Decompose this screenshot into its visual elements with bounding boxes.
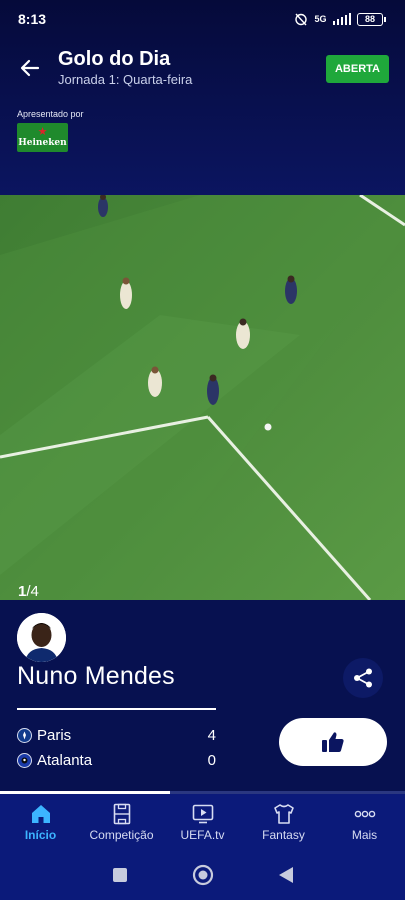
avatar [17,613,66,662]
team-name: Atalanta [37,751,93,769]
share-icon [354,668,372,688]
slide-total: /4 [26,583,39,600]
sponsor-logo[interactable]: ★ Heineken [17,123,68,152]
play-screen-icon [192,804,213,823]
page-title: Golo do Dia [58,48,171,70]
nav-label: UEFA.tv [180,827,225,842]
player-name: Nuno Mendes [17,662,175,690]
back-triangle-icon[interactable] [278,866,294,884]
team-row: Atalanta 0 [17,750,216,770]
divider [17,708,216,710]
nav-label: Mais [351,827,378,842]
share-button[interactable] [343,658,383,698]
status-bar: 8:13 5G 88 [0,0,405,38]
sponsor-label: Apresentado por [17,109,84,119]
sponsor-brand: Heineken [18,138,67,148]
network-label: 5G [314,14,327,24]
status-badge: ABERTA [325,55,389,83]
ball [264,423,272,431]
star-icon: ★ [37,126,48,138]
nav-label: Competição [89,827,154,842]
player-photo [17,613,66,662]
nav-item-competicao[interactable]: Competição [81,794,162,850]
team-score: 0 [207,751,216,769]
alarm-off-icon [295,13,308,26]
nav-label: Início [24,827,57,842]
home-icon [31,804,50,823]
nav-item-mais[interactable]: Mais [324,794,405,850]
header: Golo do Dia Jornada 1: Quarta-feira ABER… [0,40,405,100]
signal-icon [332,13,351,25]
player-info-panel: Nuno Mendes Paris 4 Atalanta 0 [0,600,405,792]
status-time: 8:13 [18,11,47,27]
pitch-icon [113,803,130,824]
video-player[interactable] [0,195,405,600]
back-button[interactable] [14,52,46,84]
slide-counter: 1/4 [18,583,39,600]
more-icon [354,810,375,817]
pitch-frame [0,195,405,600]
thumbs-up-icon [322,732,344,752]
recents-icon[interactable] [112,867,128,883]
nav-item-uefa-tv[interactable]: UEFA.tv [162,794,243,850]
team-name: Paris [37,726,72,744]
home-circle-icon[interactable] [192,864,214,886]
team-row: Paris 4 [17,725,216,745]
like-button[interactable] [279,718,387,766]
system-nav-bar [0,850,405,900]
bottom-nav: Início Competição UEFA.tv Fantasy Mais [0,794,405,850]
psg-crest-icon [17,727,32,743]
nav-label: Fantasy [262,827,305,842]
team-score: 4 [207,726,216,744]
nav-item-inicio[interactable]: Início [0,794,81,850]
page-subtitle: Jornada 1: Quarta-feira [58,72,193,87]
atalanta-crest-icon [17,752,32,768]
status-icons: 5G 88 [294,12,386,26]
jersey-icon [273,803,294,824]
arrow-left-icon [20,59,40,77]
battery-icon: 88 [357,12,386,26]
nav-item-fantasy[interactable]: Fantasy [243,794,324,850]
